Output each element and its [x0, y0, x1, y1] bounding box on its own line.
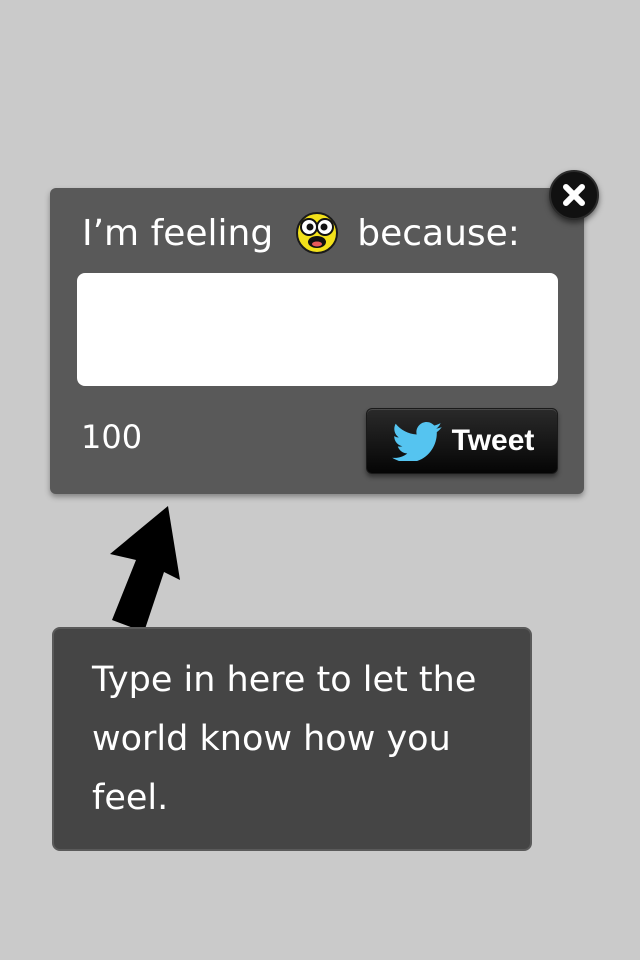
close-button[interactable]	[549, 170, 599, 220]
tweet-button-label: Tweet	[451, 424, 535, 457]
prompt-before-text: I’m feeling	[82, 212, 274, 254]
prompt-after-text: because:	[357, 212, 520, 254]
surprised-face-icon[interactable]	[295, 211, 339, 255]
tweet-text-input[interactable]	[77, 273, 558, 386]
hint-tooltip-text: Type in here to let the world know how y…	[92, 660, 477, 818]
hint-tooltip: Type in here to let the world know how y…	[52, 627, 532, 851]
pointer-arrow-icon	[110, 506, 180, 632]
character-counter: 100	[81, 418, 143, 456]
twitter-bird-icon	[391, 422, 442, 461]
feeling-prompt: I’m feeling because:	[82, 208, 520, 258]
tweet-button[interactable]: Tweet	[366, 408, 558, 474]
close-icon	[563, 184, 585, 206]
tweet-composer-card: I’m feeling because: 100 Tweet	[50, 188, 584, 494]
screen: I’m feeling because: 100 Tweet Type in h…	[0, 0, 640, 960]
